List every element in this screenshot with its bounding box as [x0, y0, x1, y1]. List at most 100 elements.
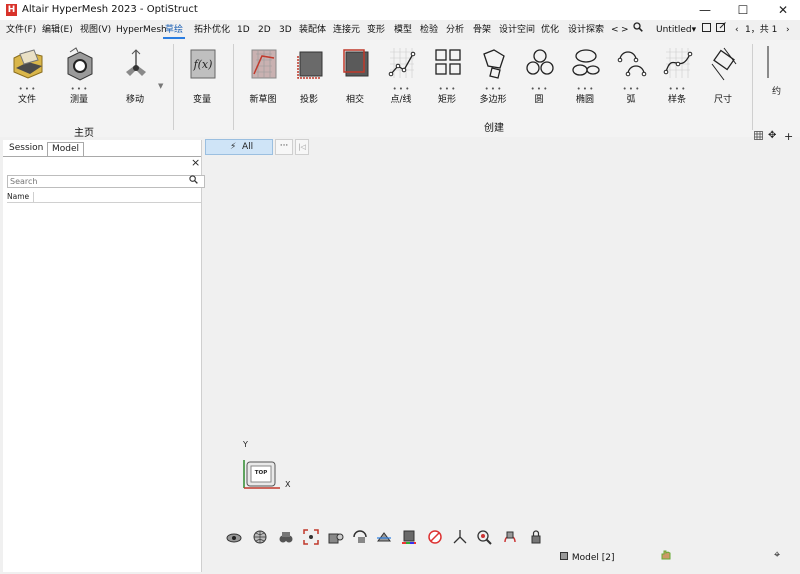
axis-icon[interactable] [452, 529, 468, 545]
menu-model[interactable]: 模型 [394, 22, 412, 38]
add-icon[interactable]: + [784, 130, 793, 143]
move-panel-icon[interactable]: ✥ [768, 130, 776, 141]
rectangle-icon [435, 49, 461, 75]
isolate-icon[interactable] [328, 529, 344, 545]
nav-forward-button[interactable]: > [621, 22, 629, 38]
menu-design-explore[interactable]: 设计探索 [568, 22, 604, 38]
function-icon: f(x) [190, 49, 216, 79]
section-cut-icon[interactable] [376, 529, 392, 545]
search-icon[interactable] [633, 22, 643, 38]
browser-panel: Session Model × Name [3, 140, 205, 572]
nav-back-button[interactable]: < [611, 22, 619, 38]
view-cube[interactable]: TOP [242, 458, 282, 492]
title-bar: H Altair HyperMesh 2023 - OptiStruct — ☐… [0, 0, 800, 20]
page-indicator: 1，共 1 [745, 25, 778, 35]
active-menu-indicator [163, 37, 185, 39]
ellipse-label: 椭圆 [575, 95, 594, 105]
entity-filter-bar: ⚡ All ··· |◁ [205, 139, 309, 155]
polygon-label: 多边形 [479, 95, 507, 105]
app-logo-icon: H [6, 4, 17, 16]
menu-check[interactable]: 检验 [420, 22, 438, 38]
document-select[interactable]: Untitled▾ [656, 22, 696, 38]
view-eye-icon[interactable] [226, 529, 242, 545]
ribbon-separator [752, 44, 753, 130]
menu-file[interactable]: 文件(F) [6, 22, 36, 38]
model-status-label: Model [2] [571, 553, 615, 563]
crosshair-icon[interactable]: ⌖ [774, 548, 780, 562]
model-cube-icon [560, 552, 572, 563]
minimize-button[interactable]: — [690, 0, 720, 20]
file-label: 文件 [17, 95, 36, 105]
truncated-ribbon-button[interactable]: 约 [764, 44, 800, 104]
truncated-label: 约 [772, 87, 782, 97]
filter-collapse-icon[interactable]: |◁ [295, 139, 309, 155]
menu-morph[interactable]: 变形 [367, 22, 385, 38]
dropdown-arrow-icon: ▾ [691, 25, 697, 35]
menu-analysis[interactable]: 分析 [446, 22, 464, 38]
globe-icon[interactable] [252, 529, 268, 545]
no-entity-icon[interactable] [427, 529, 443, 545]
binoculars-icon[interactable] [278, 529, 294, 545]
menu-view[interactable]: 视图(V) [80, 22, 111, 38]
color-mode-icon[interactable] [401, 529, 417, 545]
spline-icon [663, 48, 693, 78]
arc-label: 弧 [626, 95, 636, 105]
zoom-icon[interactable] [476, 529, 492, 545]
menu-edit[interactable]: 编辑(E) [42, 22, 73, 38]
page-prev-button[interactable]: ‹ [735, 22, 739, 38]
view-cube-top-label: TOP [254, 470, 268, 476]
point-line-icon [388, 48, 416, 78]
all-filter-button[interactable]: ⚡ All [205, 139, 273, 155]
search-input[interactable] [7, 175, 205, 188]
rotate-icon[interactable] [352, 529, 368, 545]
tab-model[interactable]: Model [47, 142, 85, 156]
animation-icon[interactable] [502, 529, 518, 545]
window-mode-icon[interactable] [702, 22, 711, 38]
spline-label: 样条 [667, 95, 686, 105]
menu-bar: 文件(F) 编辑(E) 视图(V) HyperMesh 草绘 拓扑优化 1D 2… [0, 22, 800, 38]
create-section-label: 创建 [484, 123, 504, 134]
folder-icon [13, 49, 43, 79]
menu-connectors[interactable]: 连接元 [333, 22, 360, 38]
filter-more-button[interactable]: ··· [275, 139, 293, 155]
menu-2d[interactable]: 2D [258, 22, 271, 38]
new-sketch-label: 新草图 [249, 95, 277, 105]
floating-window-icon[interactable] [716, 22, 726, 38]
polygon-icon [483, 49, 505, 79]
menu-assembly[interactable]: 装配体 [299, 22, 326, 38]
ellipse-icon [572, 49, 600, 76]
menu-optimize[interactable]: 优化 [541, 22, 559, 38]
menu-hypermesh[interactable]: HyperMesh [116, 22, 167, 38]
close-button[interactable]: ✕ [768, 0, 798, 20]
close-panel-button[interactable]: × [191, 156, 200, 169]
page-next-button[interactable]: › [786, 22, 790, 38]
fit-view-icon[interactable] [303, 529, 319, 545]
all-filter-label: All [242, 142, 254, 152]
tab-divider [3, 156, 201, 157]
ribbon-separator [173, 44, 174, 130]
tab-session[interactable]: Session [5, 142, 47, 155]
window-title: Altair HyperMesh 2023 - OptiStruct [22, 4, 198, 15]
svg-text:f(x): f(x) [193, 58, 213, 71]
search-icon[interactable] [189, 175, 198, 187]
truncated-tool-icon [767, 46, 769, 78]
maximize-button[interactable]: ☐ [728, 0, 758, 20]
measure-icon [67, 47, 93, 81]
column-divider[interactable] [33, 192, 34, 202]
dropdown-arrow-icon[interactable]: ▼ [158, 82, 163, 90]
menu-skeleton[interactable]: 骨架 [473, 22, 491, 38]
lock-icon[interactable] [528, 529, 544, 545]
rectangle-label: 矩形 [437, 95, 456, 105]
home-section-label: 主页 [74, 128, 94, 139]
name-column-header[interactable]: Name [7, 192, 29, 201]
grid-toggle-icon[interactable] [754, 131, 763, 143]
model-status[interactable]: Model [2] [560, 551, 615, 563]
hand-icon[interactable] [660, 549, 672, 564]
menu-design-space[interactable]: 设计空间 [499, 22, 535, 38]
menu-topology-optimization[interactable]: 拓扑优化 [194, 22, 230, 38]
menu-1d[interactable]: 1D [237, 22, 250, 38]
menu-3d[interactable]: 3D [279, 22, 292, 38]
arc-icon [617, 51, 647, 77]
project-label: 投影 [299, 95, 318, 105]
menu-sketch[interactable]: 草绘 [165, 22, 183, 38]
